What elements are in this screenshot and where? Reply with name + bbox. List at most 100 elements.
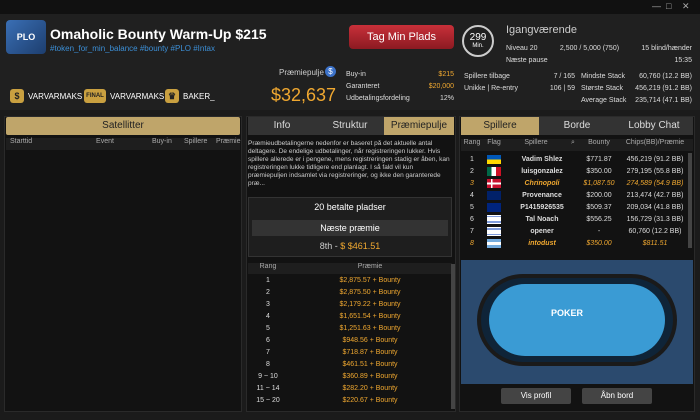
player-name: luisgonzalez [521,167,563,175]
table-row[interactable]: 1 Vadim Shlez $771.87 456,219 (91.2 BB) [461,153,693,165]
prize-scrollbar[interactable] [451,264,455,409]
players-list: 1 Vadim Shlez $771.87 456,219 (91.2 BB) 2 lui… [461,153,693,249]
flag-icon [483,214,505,224]
trophy-icon: ♛ [165,89,179,103]
prize-table: 1 $2,875.57 + Bounty 2 $2,875.50 + Bounty … [248,274,452,406]
info-tabs: Info Struktur Præmiepulje [248,117,454,135]
player-chips: 213,474 (42.7 BB) [626,191,684,199]
table-row: 9 ~ 10 $360.89 + Bounty [258,372,398,380]
flag-icon [483,154,505,164]
tournament-title: Omaholic Bounty Warm-Up $215 [50,26,267,42]
bounty-leader-2: FINAL VARVARMAKS [84,88,164,104]
player-name: opener [530,227,554,235]
table-row: 11 ~ 14 $282.20 + Bounty [256,384,398,392]
prize-pool-value: $32,637 [271,85,337,105]
paid-places-box: 20 betalte pladser Næste præmie 8th - $ … [248,197,452,257]
table-row: 8 $461.51 + Bounty [266,360,398,368]
clock-icon: 299 Min. [462,25,494,57]
next-prize-button[interactable]: Næste præmie [252,220,448,236]
player-chips: $811.51 [642,239,668,247]
bounty-leader-1: $ VARVARMAKS [10,88,82,104]
view-profile-button[interactable]: Vis profil [501,388,571,404]
satellites-header: Starttid Event Buy-in Spillere Præmie [6,138,241,150]
player-bounty: $350.00 [586,239,612,247]
tab-lobby-chat[interactable]: Lobby Chat [615,117,693,135]
player-bounty: $556.25 [586,215,612,223]
stack-stats: Spillere tilbage 7 / 165 Unikke | Re-entr… [464,72,692,104]
table-row[interactable]: 7 opener -60,760 (12.2 BB) [461,225,693,237]
tournament-logo: PLO [6,20,46,54]
flag-icon [483,202,505,212]
buyin-info: Buy-in $215 Garanteret $20,000 Udbetalings… [346,70,454,102]
satellites-panel [4,116,242,412]
player-bounty: $509.37 [586,203,612,211]
level-info: Niveau 20 2,500 / 5,000 (750) 15 blind/hæn… [506,44,692,64]
bounty-leader-3: ♛ BAKER_ [165,88,215,104]
next-prize-value: 8th - $ $461.51 [319,241,381,251]
tab-structure[interactable]: Struktur [316,117,384,135]
paid-places: 20 betalte pladser [314,202,386,212]
player-name: Provenance [522,191,562,199]
tab-info[interactable]: Info [248,117,316,135]
coin-icon: $ [325,66,336,77]
table-row[interactable]: 8 intodust $350.00 $811.51 [461,237,693,249]
table-row[interactable]: 2 luisgonzalez $350.00 279,195 (55.8 BB) [461,165,693,177]
table-row: 6 $948.56 + Bounty [266,336,398,344]
flag-icon [483,190,505,200]
final-icon: FINAL [84,89,106,103]
player-bounty: $200.00 [586,191,612,199]
prize-description: Præmieudbetalingerne nedenfor er baseret… [248,140,450,187]
search-icon[interactable]: ⌕ [567,139,579,151]
player-bounty: $1,087.50 [583,179,615,187]
poker-table: POKER [477,274,677,366]
poker-logo: POKER [551,308,584,318]
flag-icon [483,166,505,176]
tournament-tags: #token_for_min_balance #bounty #PLO #Int… [50,44,216,53]
table-row: 3 $2,179.22 + Bounty [266,300,401,308]
players-scrollbar[interactable] [688,153,692,248]
satellites-button[interactable]: Satellitter [6,117,240,135]
player-chips: 156,729 (31.3 BB) [626,215,684,223]
player-chips: 209,034 (41.8 BB) [626,203,684,211]
minimize-icon[interactable]: — [652,1,661,11]
close-icon[interactable]: ✕ [682,1,690,12]
player-bounty: $350.00 [586,167,612,175]
table-row: 7 $718.87 + Bounty [266,348,398,356]
table-row: 2 $2,875.50 + Bounty [266,288,401,296]
player-bounty: $771.87 [586,155,612,163]
player-name: Vadim Shlez [521,155,563,163]
table-row[interactable]: 4 Provenance $200.00 213,474 (42.7 BB) [461,189,693,201]
window-titlebar: — □ ✕ [0,0,700,14]
tab-tables[interactable]: Borde [539,117,615,135]
flag-icon [483,238,505,248]
flag-icon [483,178,505,188]
player-chips: 274,589 (54.9 BB) [626,179,684,187]
table-row: 15 ~ 20 $220.67 + Bounty [256,396,398,404]
table-row: 5 $1,251.63 + Bounty [266,324,401,332]
player-chips: 279,195 (55.8 BB) [626,167,684,175]
table-row: 4 $1,651.54 + Bounty [266,312,401,320]
register-button[interactable]: Tag Min Plads [349,25,454,49]
table-row[interactable]: 3 Chrinopoli $1,087.50 274,589 (54.9 BB) [461,177,693,189]
flag-icon [483,226,505,236]
dollar-icon: $ [10,89,24,103]
tab-prize-pool[interactable]: Præmiepulje [384,117,454,135]
player-chips: 456,219 (91.2 BB) [626,155,684,163]
maximize-icon[interactable]: □ [666,1,671,11]
player-name: Tal Noach [525,215,559,223]
player-chips: 60,760 (12.2 BB) [628,227,682,235]
player-name: Chrinopoli [524,179,560,187]
table-row[interactable]: 6 Tal Noach $556.25 156,729 (31.3 BB) [461,213,693,225]
player-name: P1415926535 [520,203,564,211]
prize-table-header: Rang Præmie [248,263,452,274]
prize-pool-label: Præmiepulje [279,68,324,77]
player-name: intodust [528,239,556,247]
table-row[interactable]: 5 P1415926535 $509.37 209,034 (41.8 BB) [461,201,693,213]
player-bounty: - [597,227,601,235]
table-row: 1 $2,875.57 + Bounty [266,276,401,284]
tournament-status: Igangværende [506,24,577,36]
players-header: Rang Flag Spillere ⌕ Bounty Chips(BB)/Pr… [461,139,693,151]
open-table-button[interactable]: Åbn bord [582,388,652,404]
table-preview: POKER [461,260,693,384]
tab-players[interactable]: Spillere [461,117,539,135]
